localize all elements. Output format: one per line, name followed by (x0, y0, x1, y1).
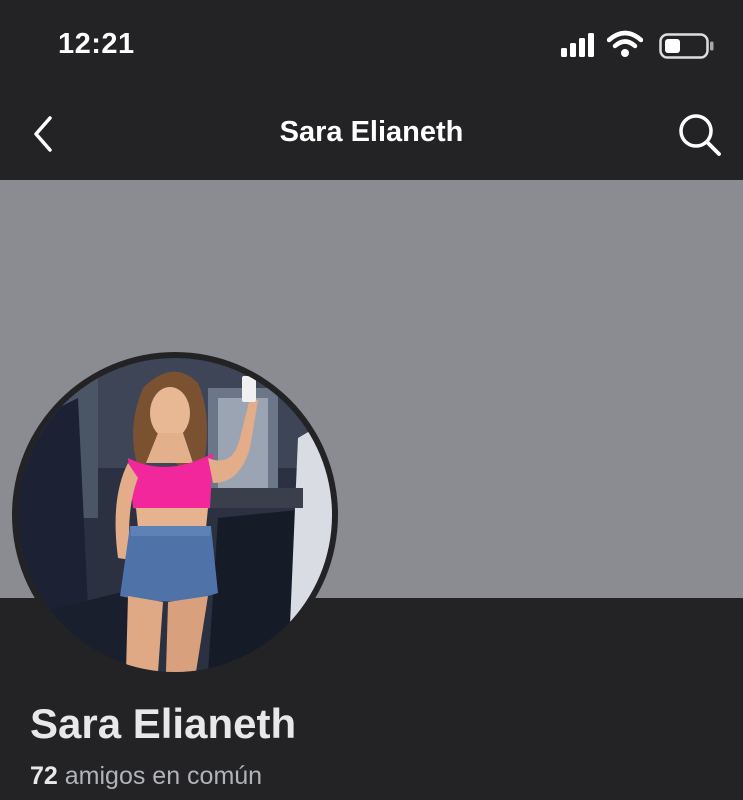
nav-bar: Sara Elianeth (0, 90, 743, 180)
nav-title: Sara Elianeth (279, 116, 464, 148)
cellular-signal-icon (561, 33, 594, 57)
battery-icon (659, 33, 714, 59)
status-icons (515, 30, 715, 60)
profile-screen: 12:21 Sara Elianeth Sara Elianeth 72 ami… (0, 0, 743, 800)
search-button[interactable] (675, 110, 725, 160)
status-time: 12:21 (58, 28, 135, 60)
status-bar: 12:21 (0, 0, 743, 90)
wifi-icon (607, 30, 643, 57)
mutual-friends-count: 72 (30, 762, 58, 790)
profile-photo-image (18, 358, 332, 672)
mutual-friends[interactable]: 72 amigos en común (30, 762, 262, 791)
mutual-friends-label: amigos en común (57, 762, 263, 790)
profile-name: Sara Elianeth (30, 700, 297, 747)
profile-picture[interactable] (12, 352, 338, 678)
search-icon (679, 114, 721, 156)
